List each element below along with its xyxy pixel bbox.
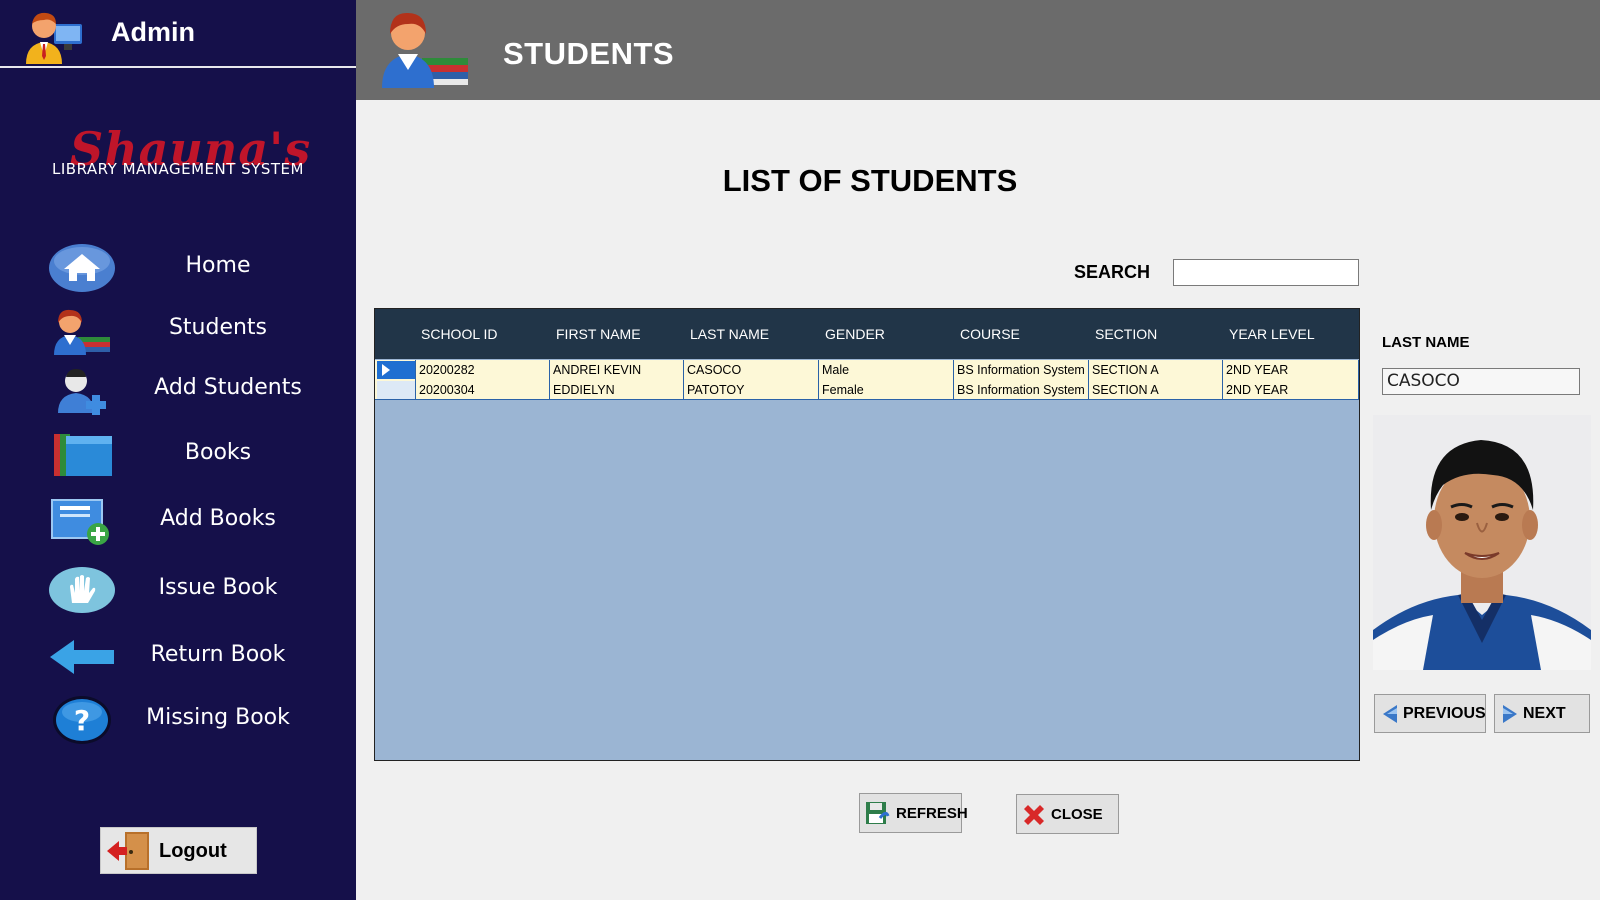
cell-school-id[interactable]: 20200304 [415, 380, 549, 400]
cell-school-id[interactable]: 20200282 [415, 360, 549, 380]
sidebar-item-add-students[interactable]: Add Students [0, 361, 356, 419]
cell-course[interactable]: BS Information System [953, 360, 1088, 380]
sidebar-item-issue-book[interactable]: Issue Book [0, 561, 356, 619]
next-button[interactable]: NEXT [1494, 694, 1590, 733]
cell-gender[interactable]: Female [818, 380, 953, 400]
table-header: SCHOOL ID FIRST NAME LAST NAME GENDER CO… [375, 309, 1359, 359]
search-input[interactable] [1173, 259, 1359, 286]
logout-button[interactable]: Logout [100, 827, 257, 874]
logout-label: Logout [159, 840, 227, 862]
previous-button[interactable]: PREVIOUS [1374, 694, 1486, 733]
sidebar-item-books[interactable]: Books [0, 426, 356, 484]
cell-first-name[interactable]: ANDREI KEVIN [549, 360, 683, 380]
sidebar-header: Admin [0, 0, 356, 68]
admin-user-icon [26, 12, 82, 64]
home-icon [49, 244, 115, 292]
student-portrait-image [1373, 415, 1591, 670]
table-row[interactable]: 20200282 ANDREI KEVIN CASOCO Male BS Inf… [375, 360, 1359, 380]
row-selector[interactable] [377, 381, 415, 399]
sidebar-item-label: Home [185, 253, 251, 278]
column-header-year-level[interactable]: YEAR LEVEL [1229, 326, 1315, 342]
column-header-section[interactable]: SECTION [1095, 326, 1157, 342]
sidebar-item-label: Students [168, 315, 268, 340]
list-title: LIST OF STUDENTS [722, 163, 1018, 198]
arrow-left-icon [50, 640, 114, 674]
close-button[interactable]: CLOSE [1016, 794, 1119, 834]
column-header-course[interactable]: COURSE [960, 326, 1020, 342]
student-icon [382, 12, 468, 88]
cell-year-level[interactable]: 2ND YEAR [1222, 360, 1359, 380]
sidebar-item-missing-book[interactable]: ? Missing Book [0, 691, 356, 749]
books-icon [54, 434, 112, 476]
cell-last-name[interactable]: CASOCO [683, 360, 818, 380]
last-name-field[interactable]: CASOCO [1382, 368, 1580, 395]
add-book-icon [51, 499, 109, 545]
student-photo [1373, 415, 1591, 670]
sidebar-item-label: Books [184, 440, 252, 465]
previous-label: PREVIOUS [1403, 705, 1486, 722]
cell-section[interactable]: SECTION A [1088, 380, 1222, 400]
sidebar: Admin Shauna's LIBRARY MANAGEMENT SYSTEM… [0, 0, 356, 900]
sidebar-item-label: Return Book [150, 642, 286, 667]
students-table[interactable]: SCHOOL ID FIRST NAME LAST NAME GENDER CO… [374, 308, 1360, 761]
table-row[interactable]: 20200304 EDDIELYN PATOTOY Female BS Info… [375, 380, 1359, 400]
sidebar-item-label: Add Students [154, 375, 302, 400]
cell-section[interactable]: SECTION A [1088, 360, 1222, 380]
sidebar-item-return-book[interactable]: Return Book [0, 628, 356, 686]
cell-course[interactable]: BS Information System [953, 380, 1088, 400]
page-title: STUDENTS [503, 36, 675, 71]
svg-text:?: ? [74, 704, 90, 737]
question-icon: ? [53, 696, 111, 744]
page-header: STUDENTS [356, 0, 1600, 100]
column-header-first-name[interactable]: FIRST NAME [556, 326, 641, 342]
close-icon [1024, 805, 1044, 825]
arrow-left-icon [1383, 705, 1397, 723]
cell-first-name[interactable]: EDDIELYN [549, 380, 683, 400]
sidebar-item-add-books[interactable]: Add Books [0, 492, 356, 550]
column-header-school-id[interactable]: SCHOOL ID [421, 326, 498, 342]
column-header-gender[interactable]: GENDER [825, 326, 885, 342]
refresh-label: REFRESH [896, 805, 968, 822]
arrow-right-icon [1503, 705, 1517, 723]
add-user-icon [58, 369, 106, 415]
search-label: SEARCH [1074, 262, 1151, 282]
save-refresh-icon [866, 802, 890, 824]
cell-last-name[interactable]: PATOTOY [683, 380, 818, 400]
refresh-button[interactable]: REFRESH [859, 793, 968, 833]
close-label: CLOSE [1051, 806, 1103, 823]
cell-gender[interactable]: Male [818, 360, 953, 380]
last-name-label: LAST NAME [1382, 334, 1470, 351]
app-logo: Shauna's LIBRARY MANAGEMENT SYSTEM [30, 122, 326, 188]
admin-label: Admin [111, 17, 195, 47]
sidebar-item-home[interactable]: Home [0, 239, 356, 297]
row-selector[interactable] [377, 361, 415, 379]
door-exit-icon [107, 832, 149, 870]
student-icon [54, 309, 110, 355]
sidebar-item-label: Issue Book [158, 575, 278, 600]
sidebar-item-label: Missing Book [146, 705, 290, 730]
hand-icon [49, 567, 115, 613]
sidebar-item-label: Add Books [160, 506, 276, 531]
cell-year-level[interactable]: 2ND YEAR [1222, 380, 1359, 400]
next-label: NEXT [1523, 705, 1566, 722]
current-row-indicator-icon [382, 364, 390, 376]
sidebar-item-students[interactable]: Students [0, 301, 356, 359]
row-divider [375, 399, 1359, 400]
logo-subtitle: LIBRARY MANAGEMENT SYSTEM [52, 160, 304, 178]
column-header-last-name[interactable]: LAST NAME [690, 326, 769, 342]
